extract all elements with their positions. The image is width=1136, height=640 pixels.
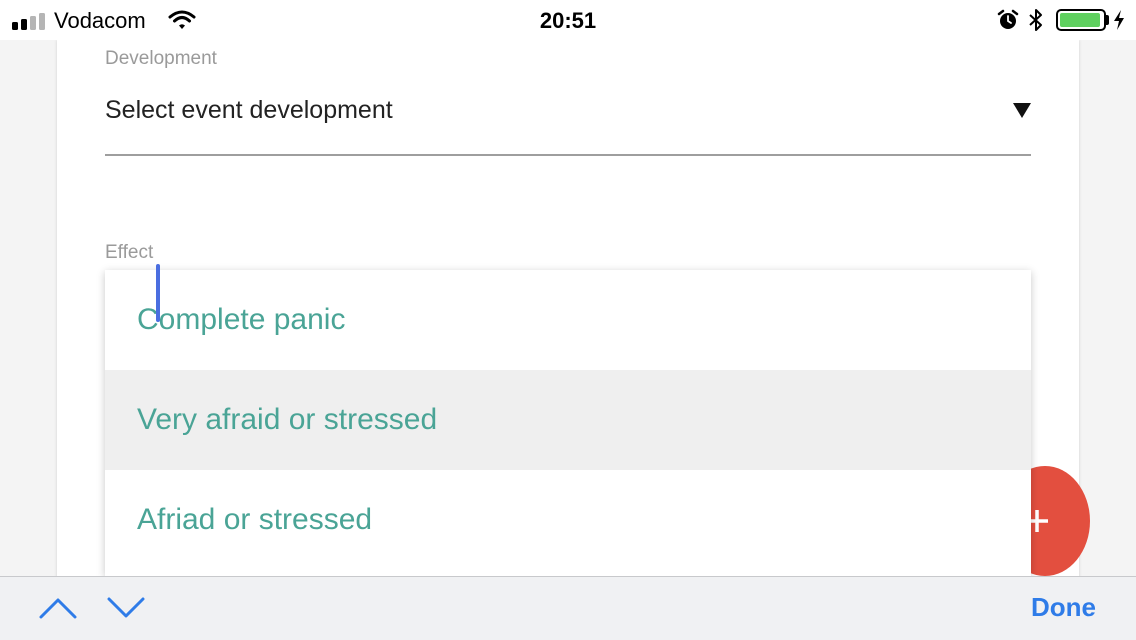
battery-level (1060, 13, 1100, 27)
development-label: Development (105, 48, 217, 69)
effect-option[interactable]: Complete panic (105, 270, 1031, 370)
clock: 20:51 (539, 8, 597, 33)
development-select[interactable]: Select event development (105, 82, 1031, 156)
effect-option-highlighted[interactable]: Very afraid or stressed (105, 370, 1031, 470)
chevron-down-icon[interactable] (106, 595, 146, 621)
charging-icon (1114, 10, 1124, 30)
effect-option[interactable]: Afriad or stressed (105, 470, 1031, 570)
dropdown-arrow-icon (1013, 103, 1031, 118)
battery-icon (1056, 9, 1106, 31)
effect-label: Effect (105, 242, 154, 263)
done-button[interactable]: Done (1031, 592, 1096, 623)
alarm-icon (997, 9, 1019, 29)
effect-dropdown-menu: Complete panic Very afraid or stressed A… (105, 270, 1031, 576)
keyboard-toolbar: Done (0, 576, 1136, 640)
status-bar: Vodacom 20:51 (0, 0, 1136, 40)
bluetooth-icon (1029, 9, 1042, 31)
battery-cap (1106, 15, 1109, 25)
text-cursor (156, 264, 160, 322)
chevron-up-icon[interactable] (38, 595, 78, 621)
development-select-value: Select event development (105, 96, 393, 124)
